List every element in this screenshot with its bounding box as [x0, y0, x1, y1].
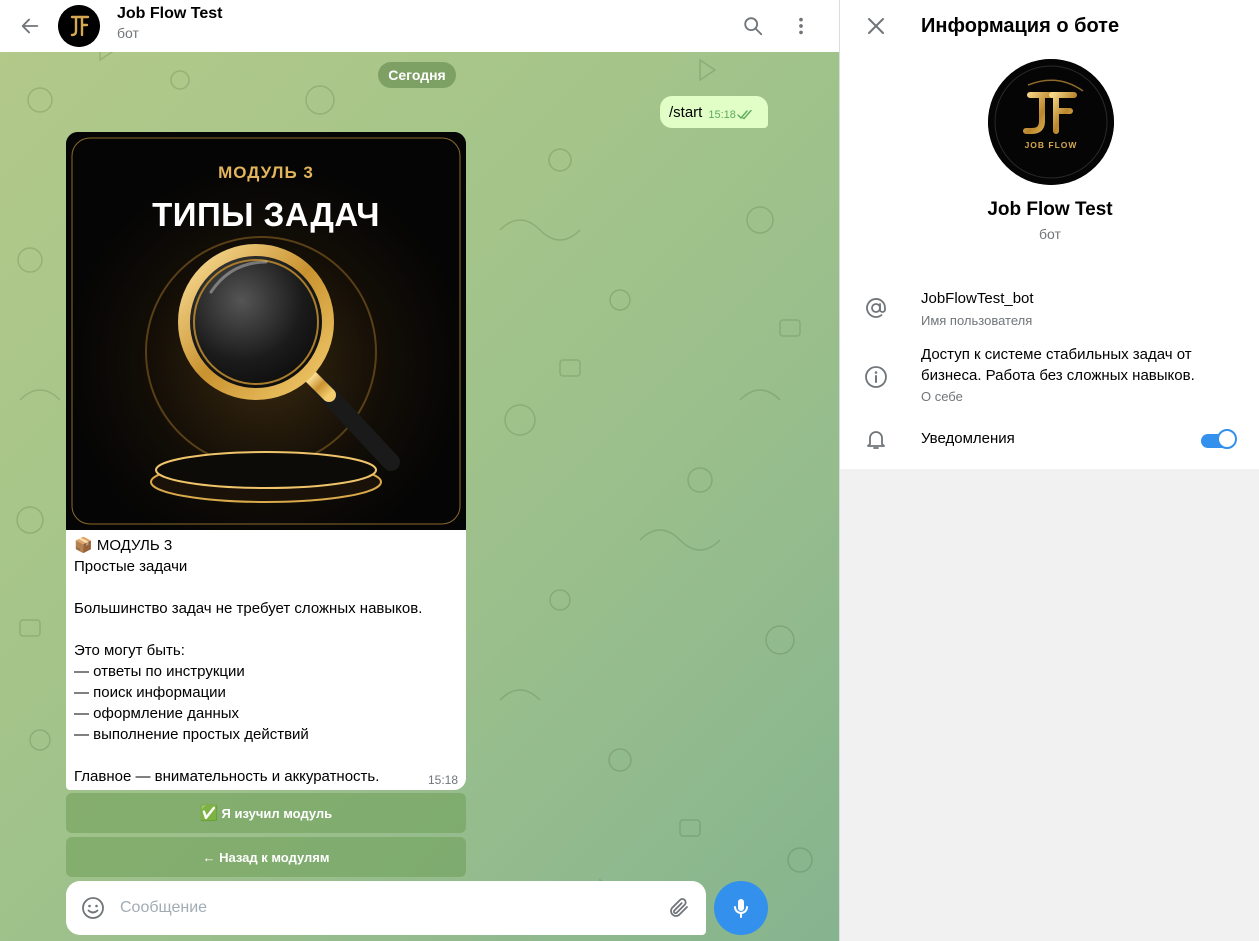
close-info-button[interactable]	[840, 0, 912, 52]
outgoing-message-text: /start	[669, 103, 703, 121]
outgoing-message[interactable]: /start 15:18	[660, 96, 768, 128]
double-check-icon	[737, 110, 752, 120]
module-cover-image[interactable]: МОДУЛЬ 3 ТИПЫ ЗАДАЧ	[66, 132, 466, 530]
check-mark-icon: ✅	[199, 805, 219, 822]
info-panel-title: Информация о боте	[921, 14, 1120, 37]
image-module-tag: МОДУЛЬ 3	[218, 163, 314, 182]
back-arrow-icon	[21, 18, 39, 34]
at-sign-icon	[866, 298, 886, 318]
notifications-toggle[interactable]	[1200, 429, 1237, 449]
back-to-modules-button[interactable]: ← Назад к модулям	[66, 837, 466, 877]
close-icon	[868, 18, 884, 34]
smile-icon	[82, 897, 104, 919]
bot-info-panel: Информация о боте JOB FLOW Job Flow Test…	[839, 0, 1259, 941]
emoji-button[interactable]	[66, 896, 120, 920]
incoming-message-time: 15:18	[427, 773, 458, 787]
paperclip-icon	[670, 898, 688, 917]
bot-status: бот	[1039, 226, 1061, 242]
image-module-title: ТИПЫ ЗАДАЧ	[152, 196, 380, 233]
back-to-modules-label: ← Назад к модулям	[202, 849, 330, 865]
search-icon	[744, 17, 763, 36]
date-separator: Сегодня	[378, 62, 456, 88]
back-button[interactable]	[0, 0, 60, 52]
toggle-knob	[1217, 429, 1237, 449]
magnifier-illustration	[66, 132, 466, 530]
bell-icon	[867, 431, 885, 449]
attach-button[interactable]	[652, 896, 706, 920]
job-flow-logo-icon	[988, 59, 1114, 185]
incoming-message[interactable]: МОДУЛЬ 3 ТИПЫ ЗАДАЧ 📦 МОДУЛЬ 3 Простые з…	[66, 132, 466, 790]
bot-avatar[interactable]: JOB FLOW	[988, 59, 1114, 185]
notifications-label: Уведомления	[921, 430, 1015, 447]
notifications-row[interactable]: Уведомления	[840, 420, 1259, 458]
message-input[interactable]	[120, 899, 652, 917]
chat-title: Job Flow Test	[117, 5, 223, 22]
chat-title-block[interactable]: Job Flow Test бот	[117, 5, 222, 42]
info-icon	[865, 366, 887, 388]
studied-module-label: Я изучил модуль	[221, 805, 333, 821]
job-flow-logo-icon	[58, 5, 100, 47]
outgoing-message-time: 15:18	[708, 109, 736, 121]
message-composer	[66, 881, 706, 935]
username-row[interactable]: JobFlowTest_bot Имя пользователя	[840, 283, 1259, 335]
logo-caption: JOB FLOW	[1024, 140, 1078, 150]
chat-header: Job Flow Test бот	[0, 0, 839, 52]
bot-name: Job Flow Test	[987, 199, 1113, 220]
search-button[interactable]	[729, 2, 777, 50]
voice-record-button[interactable]	[714, 881, 768, 935]
about-row[interactable]: Доступ к системе стабильных задач от биз…	[840, 343, 1259, 409]
chat-subtitle: бот	[117, 25, 139, 41]
studied-module-button[interactable]: ✅ Я изучил модуль	[66, 793, 466, 833]
more-button[interactable]	[777, 2, 825, 50]
about-text: Доступ к системе стабильных задач от биз…	[921, 346, 1195, 384]
username-value: JobFlowTest_bot	[921, 290, 1034, 307]
about-label: О себе	[921, 389, 963, 404]
microphone-icon	[734, 899, 748, 918]
chat-avatar[interactable]	[58, 5, 100, 47]
chat-area: Job Flow Test бот Сегодня /start 15:18 М…	[0, 0, 839, 941]
more-vertical-icon	[799, 17, 803, 35]
incoming-message-text: 📦 МОДУЛЬ 3 Простые задачи Большинство за…	[74, 537, 423, 785]
username-label: Имя пользователя	[921, 313, 1033, 328]
bot-info-card: Информация о боте JOB FLOW Job Flow Test…	[840, 0, 1259, 469]
